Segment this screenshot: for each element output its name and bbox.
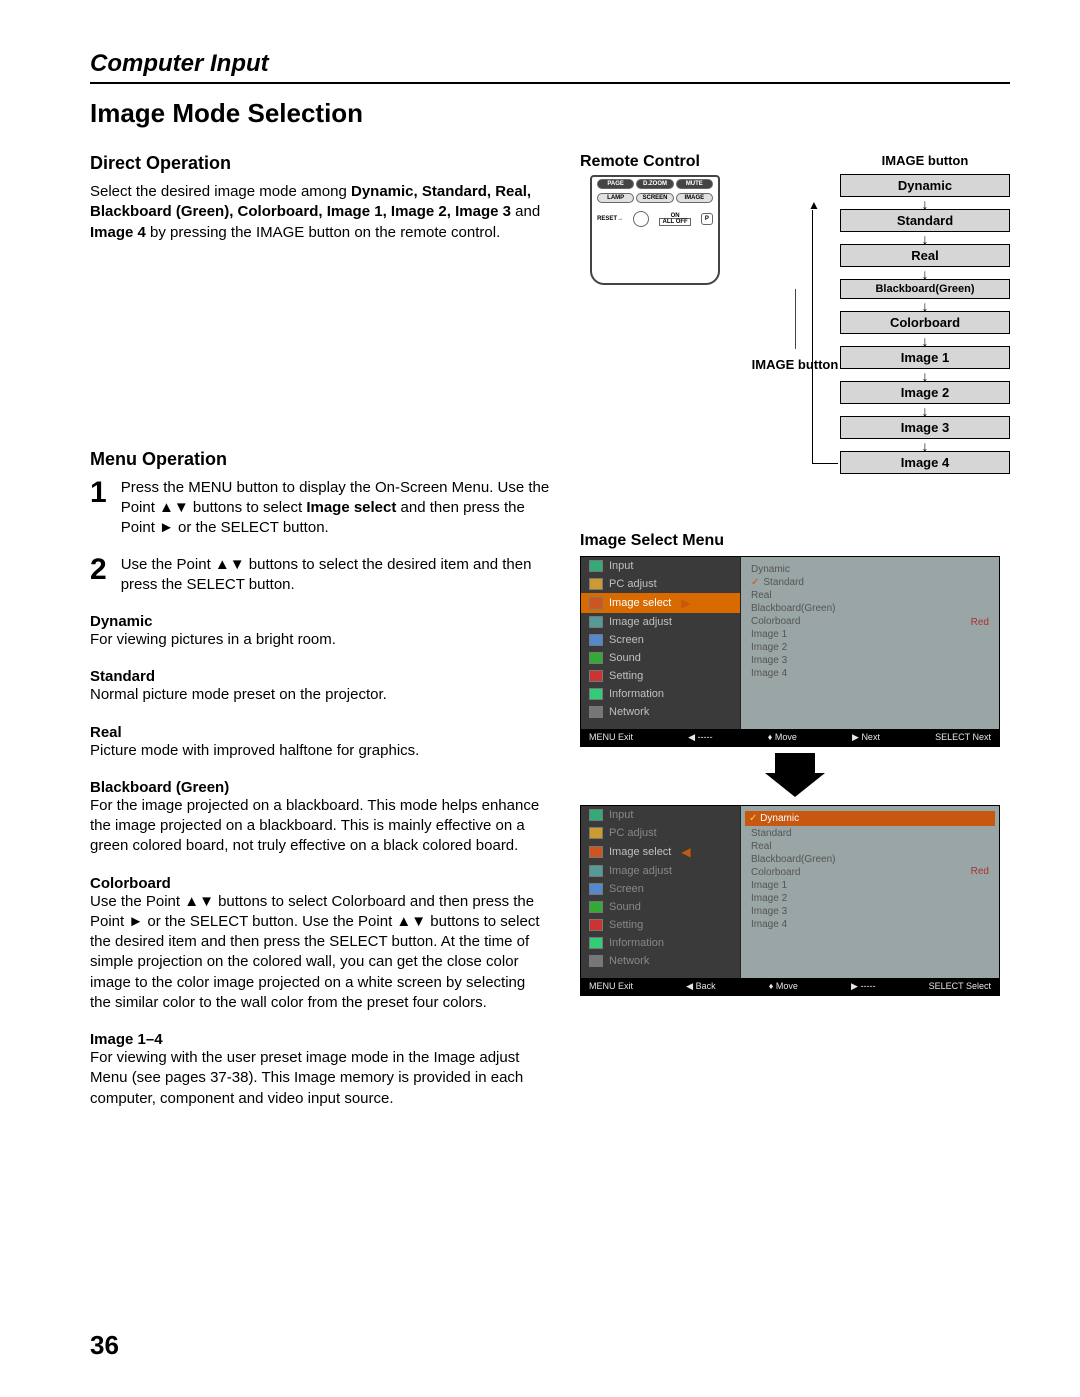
osd-heading: Image Select Menu bbox=[580, 532, 1010, 550]
step-2: 2 Use the Point ▲▼ buttons to select the… bbox=[90, 555, 550, 596]
osd-menu-2: Input PC adjust Image select◀ Image adju… bbox=[580, 805, 1000, 996]
pointer-line bbox=[795, 289, 796, 349]
step-1: 1 Press the MENU button to display the O… bbox=[90, 478, 550, 539]
menu-op-heading: Menu Operation bbox=[90, 449, 550, 470]
image-mode-flow: IMAGE button Dynamic↓ Standard↓ Real↓ Bl… bbox=[840, 153, 1010, 476]
remote-illustration: PAGE D.ZOOM MUTE LAMP SCREEN IMAGE RESET… bbox=[590, 175, 720, 285]
direct-op-heading: Direct Operation bbox=[90, 153, 550, 174]
section-header: Computer Input bbox=[90, 50, 1010, 84]
page-number: 36 bbox=[90, 1330, 119, 1361]
mode-colorboard: Colorboard Use the Point ▲▼ buttons to s… bbox=[90, 875, 550, 1014]
mode-standard: Standard Normal picture mode preset on t… bbox=[90, 668, 550, 705]
direct-op-text: Select the desired image mode among Dyna… bbox=[90, 182, 550, 243]
mode-real: Real Picture mode with improved halftone… bbox=[90, 724, 550, 761]
mode-blackboard: Blackboard (Green) For the image project… bbox=[90, 779, 550, 857]
page-title: Image Mode Selection bbox=[90, 98, 1010, 129]
osd-menu-1: Input PC adjust Image select▶ Image adju… bbox=[580, 556, 1000, 747]
mode-image14: Image 1–4 For viewing with the user pres… bbox=[90, 1031, 550, 1109]
down-arrow-icon bbox=[765, 753, 825, 799]
mode-dynamic: Dynamic For viewing pictures in a bright… bbox=[90, 613, 550, 650]
